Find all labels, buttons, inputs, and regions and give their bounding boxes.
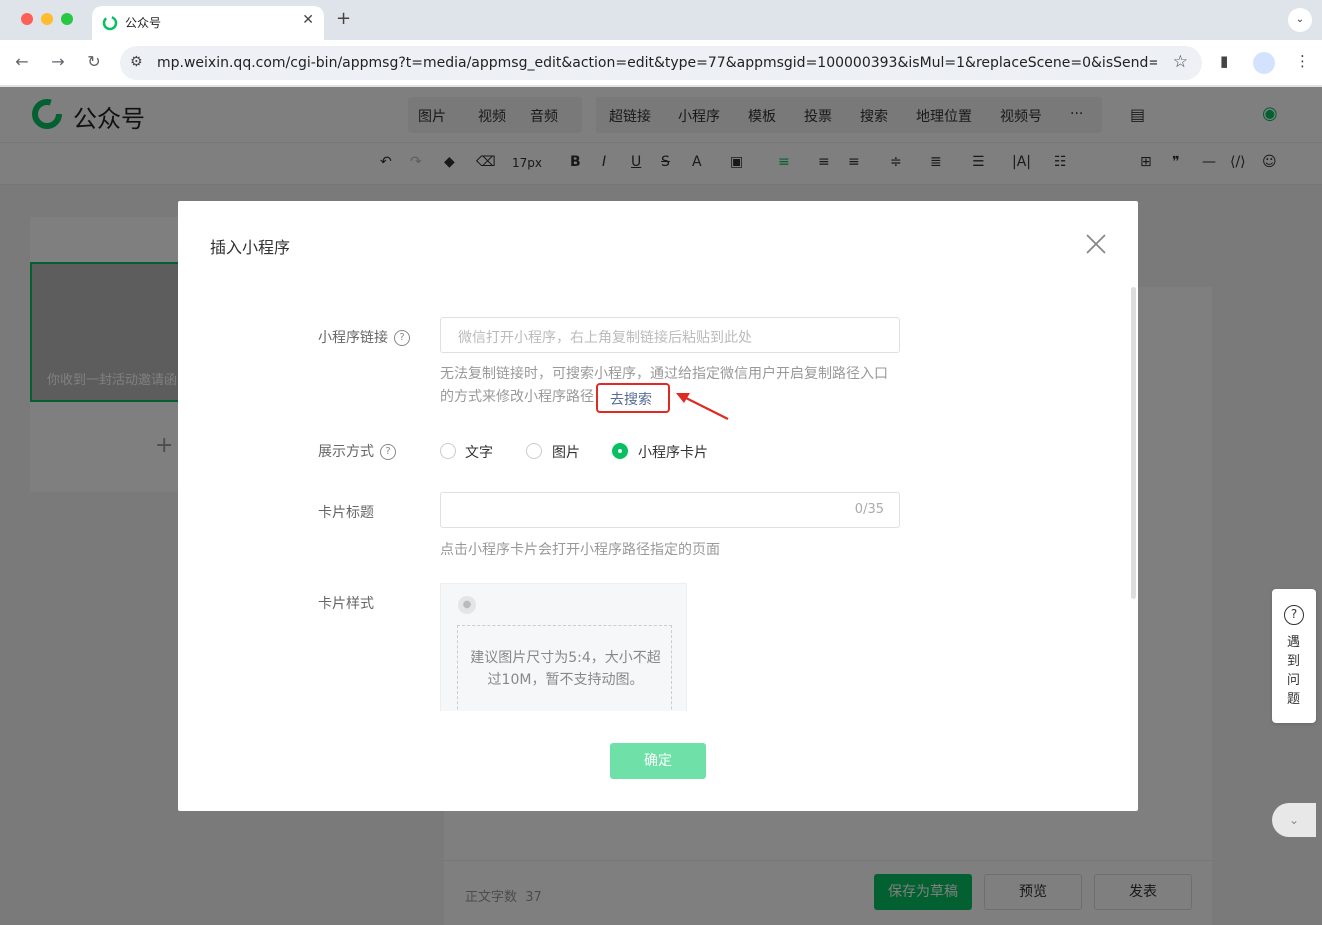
insert-miniprogram-dialog: 插入小程序 小程序链接? 微信打开小程序，右上角复制链接后粘贴到此处 无法复制链… (178, 201, 1138, 811)
search-link-highlight[interactable]: 去搜索 (596, 383, 670, 413)
radio-image[interactable] (526, 443, 542, 459)
radio-text[interactable] (440, 443, 456, 459)
go-search-link[interactable]: 去搜索 (610, 389, 652, 409)
red-arrow-annotation-icon (676, 393, 729, 420)
miniprogram-link-input[interactable]: 微信打开小程序，右上角复制链接后粘贴到此处 (440, 317, 900, 353)
radio-text-label[interactable]: 文字 (465, 442, 493, 462)
card-image-upload-area[interactable]: 建议图片尺寸为5:4，大小不超过10M，暂不支持动图。 (457, 625, 672, 711)
link-label-text: 小程序链接 (318, 330, 388, 346)
window-minimize-dot[interactable] (41, 13, 53, 25)
question-icon: ? (1284, 605, 1304, 625)
card-title-hint: 点击小程序卡片会打开小程序路径指定的页面 (440, 542, 720, 558)
tab-search-chevron-icon[interactable]: ⌄ (1288, 8, 1312, 32)
profile-avatar-icon[interactable] (1253, 52, 1275, 74)
reload-icon[interactable]: ↻ (83, 51, 105, 73)
address-bar[interactable]: ⚙ mp.weixin.qq.com/cgi-bin/appmsg?t=medi… (120, 46, 1202, 80)
window-close-dot[interactable] (21, 13, 33, 25)
card-style-label: 卡片样式 (318, 596, 374, 612)
scroll-down-chevron-icon[interactable]: ⌄ (1272, 803, 1316, 837)
tab-close-icon[interactable]: ✕ (302, 12, 314, 28)
radio-miniprogram-card[interactable] (612, 443, 628, 459)
card-title-counter: 0/35 (854, 502, 884, 517)
browser-tabbar: 公众号 ✕ + ⌄ (0, 0, 1322, 40)
link-hint-line2: 的方式来修改小程序路径 (440, 389, 594, 405)
window-zoom-dot[interactable] (61, 13, 73, 25)
card-title-input[interactable]: 0/35 (440, 492, 900, 528)
dialog-body: 小程序链接? 微信打开小程序，右上角复制链接后粘贴到此处 无法复制链接时，可搜索… (178, 291, 1128, 711)
question-icon[interactable]: ? (380, 444, 396, 460)
question-icon[interactable]: ? (394, 330, 410, 346)
card-style-preview: ● 建议图片尺寸为5:4，大小不超过10M，暂不支持动图。 (440, 583, 687, 711)
address-url[interactable]: mp.weixin.qq.com/cgi-bin/appmsg?t=media/… (157, 55, 1157, 71)
display-mode-label: 展示方式? (318, 441, 396, 461)
confirm-button[interactable]: 确定 (610, 743, 706, 779)
back-arrow-icon[interactable]: ← (11, 51, 33, 73)
display-label-text: 展示方式 (318, 444, 374, 460)
link-field-label: 小程序链接? (318, 327, 410, 347)
side-panel-icon[interactable]: ▮ (1220, 52, 1228, 70)
wechat-mp-favicon-icon (102, 15, 118, 31)
new-tab-icon[interactable]: + (336, 8, 351, 29)
forward-arrow-icon[interactable]: → (47, 51, 69, 73)
help-text: 遇到问题 (1287, 635, 1301, 707)
radio-image-label[interactable]: 图片 (552, 442, 580, 462)
dialog-title: 插入小程序 (210, 238, 291, 257)
close-icon[interactable] (1085, 233, 1107, 255)
dialog-scrollbar[interactable] (1131, 287, 1136, 599)
radio-card-label[interactable]: 小程序卡片 (638, 442, 708, 462)
bookmark-star-icon[interactable]: ☆ (1173, 52, 1188, 72)
site-settings-icon[interactable]: ⚙ (130, 54, 143, 70)
browser-tab[interactable]: 公众号 ✕ (92, 6, 324, 40)
browser-toolbar: ← → ↻ ⚙ mp.weixin.qq.com/cgi-bin/appmsg?… (0, 40, 1322, 86)
card-upload-hint: 建议图片尺寸为5:4，大小不超过10M，暂不支持动图。 (470, 650, 661, 688)
help-panel[interactable]: ? 遇到问题 (1272, 589, 1316, 723)
link-input-placeholder: 微信打开小程序，右上角复制链接后粘贴到此处 (458, 330, 752, 346)
browser-menu-icon[interactable]: ⋮ (1295, 52, 1310, 70)
link-hint-line1: 无法复制链接时，可搜索小程序，通过给指定微信用户开启复制路径入口 (440, 366, 888, 382)
card-title-label: 卡片标题 (318, 505, 374, 521)
avatar-placeholder-icon: ● (458, 596, 476, 614)
tab-title: 公众号 (125, 16, 162, 30)
